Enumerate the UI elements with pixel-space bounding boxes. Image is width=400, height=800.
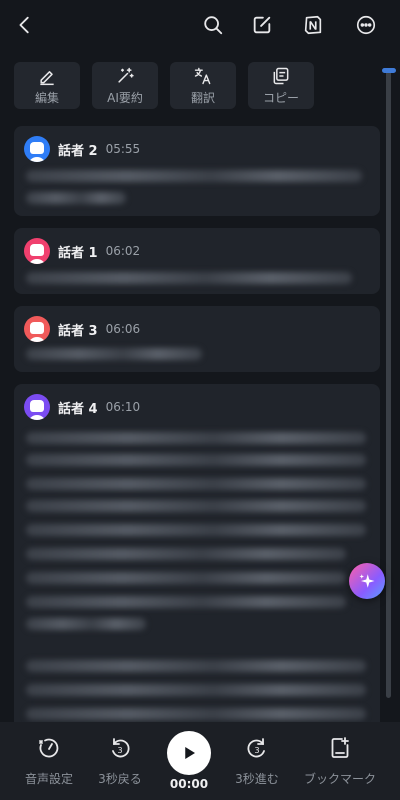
card-header: 話者 4 06:10	[24, 394, 140, 420]
blurred-text-line	[26, 170, 362, 182]
blurred-text-line	[26, 500, 366, 512]
copy-label: コピー	[262, 90, 299, 105]
search-icon[interactable]	[198, 10, 228, 40]
rewind-icon: 3	[112, 738, 130, 758]
audio-settings-label: 音声設定	[24, 772, 73, 786]
bookmark-icon	[331, 737, 349, 758]
blurred-text-line	[26, 454, 366, 466]
blurred-text-line	[26, 660, 366, 672]
blurred-text-line	[26, 548, 346, 560]
rewind-3s-button[interactable]: 3 3秒戻る	[80, 736, 160, 787]
edit-button[interactable]: 編集	[14, 62, 80, 109]
blurred-text-line	[26, 192, 126, 204]
copy-icon	[273, 67, 289, 84]
ai-assistant-button[interactable]	[349, 563, 385, 599]
speaker-name: 話者 4	[58, 401, 98, 417]
transcript-view[interactable]: 編集 AI要約 翻訳 コピー 話者 2 05:55 話者 1 06:02 話者 …	[0, 50, 400, 722]
forward-label: 3秒進む	[235, 772, 279, 786]
translate-button[interactable]: 翻訳	[170, 62, 236, 109]
audio-player-bar: 音声設定 3 3秒戻る 00:00 3 3秒進む ブックマーク	[0, 722, 400, 800]
notion-icon[interactable]	[298, 10, 328, 40]
translate-icon	[194, 67, 211, 84]
speaker-avatar	[24, 316, 50, 342]
play-icon	[185, 747, 195, 759]
forward-icon: 3	[247, 738, 265, 758]
copy-button[interactable]: コピー	[248, 62, 314, 109]
speaker-avatar	[24, 136, 50, 162]
svg-text:3: 3	[117, 746, 122, 755]
blurred-text-line	[26, 432, 366, 444]
translate-label: 翻訳	[190, 90, 215, 105]
blurred-text-line	[26, 618, 146, 630]
speaker-avatar	[24, 238, 50, 264]
blurred-text-line	[26, 572, 346, 584]
magic-wand-icon	[118, 67, 134, 83]
rewind-label: 3秒戻る	[98, 772, 142, 786]
audio-settings-button[interactable]: 音声設定	[9, 736, 89, 787]
pencil-icon	[40, 70, 54, 85]
scrollbar-thumb[interactable]	[382, 68, 396, 73]
speaker-name: 話者 1	[58, 245, 98, 261]
forward-3s-button[interactable]: 3 3秒進む	[217, 736, 297, 787]
blurred-text-line	[26, 272, 352, 284]
transcript-card[interactable]: 話者 3 06:06	[14, 306, 380, 372]
edit-note-icon[interactable]	[247, 10, 277, 40]
timestamp: 05:55	[105, 142, 141, 156]
bookmark-button[interactable]: ブックマーク	[300, 736, 380, 787]
bookmark-label: ブックマーク	[303, 772, 376, 786]
transcript-card[interactable]: 話者 2 05:55	[14, 126, 380, 216]
card-header: 話者 2 05:55	[24, 136, 140, 162]
svg-text:3: 3	[254, 746, 259, 755]
card-header: 話者 3 06:06	[24, 316, 140, 342]
top-bar	[0, 0, 400, 50]
more-icon[interactable]	[351, 10, 381, 40]
timestamp: 06:06	[105, 322, 141, 336]
play-button[interactable]	[167, 731, 211, 775]
speaker-name: 話者 2	[58, 143, 98, 159]
speaker-name: 話者 3	[58, 323, 98, 339]
blurred-text-line	[26, 348, 202, 360]
transcript-card[interactable]: 話者 1 06:02	[14, 228, 380, 294]
back-icon[interactable]	[10, 10, 40, 40]
sparkle-icon	[359, 574, 375, 588]
blurred-text-line	[26, 478, 366, 490]
blurred-text-line	[26, 524, 366, 536]
transcript-card[interactable]: 話者 4 06:10	[14, 384, 380, 722]
elapsed-time: 00:00	[169, 777, 209, 791]
timestamp: 06:10	[105, 400, 141, 414]
blurred-text-line	[26, 708, 366, 720]
blurred-text-line	[26, 684, 366, 696]
timestamp: 06:02	[105, 244, 141, 258]
speaker-avatar	[24, 394, 50, 420]
ai-summary-label: AI要約	[107, 90, 143, 105]
ai-summary-button[interactable]: AI要約	[92, 62, 158, 109]
edit-label: 編集	[34, 90, 59, 105]
scrollbar[interactable]	[386, 70, 391, 698]
blurred-text-line	[26, 596, 346, 608]
toolbar: 編集 AI要約 翻訳 コピー	[14, 62, 314, 109]
card-header: 話者 1 06:02	[24, 238, 140, 264]
speed-dial-icon	[39, 738, 59, 758]
